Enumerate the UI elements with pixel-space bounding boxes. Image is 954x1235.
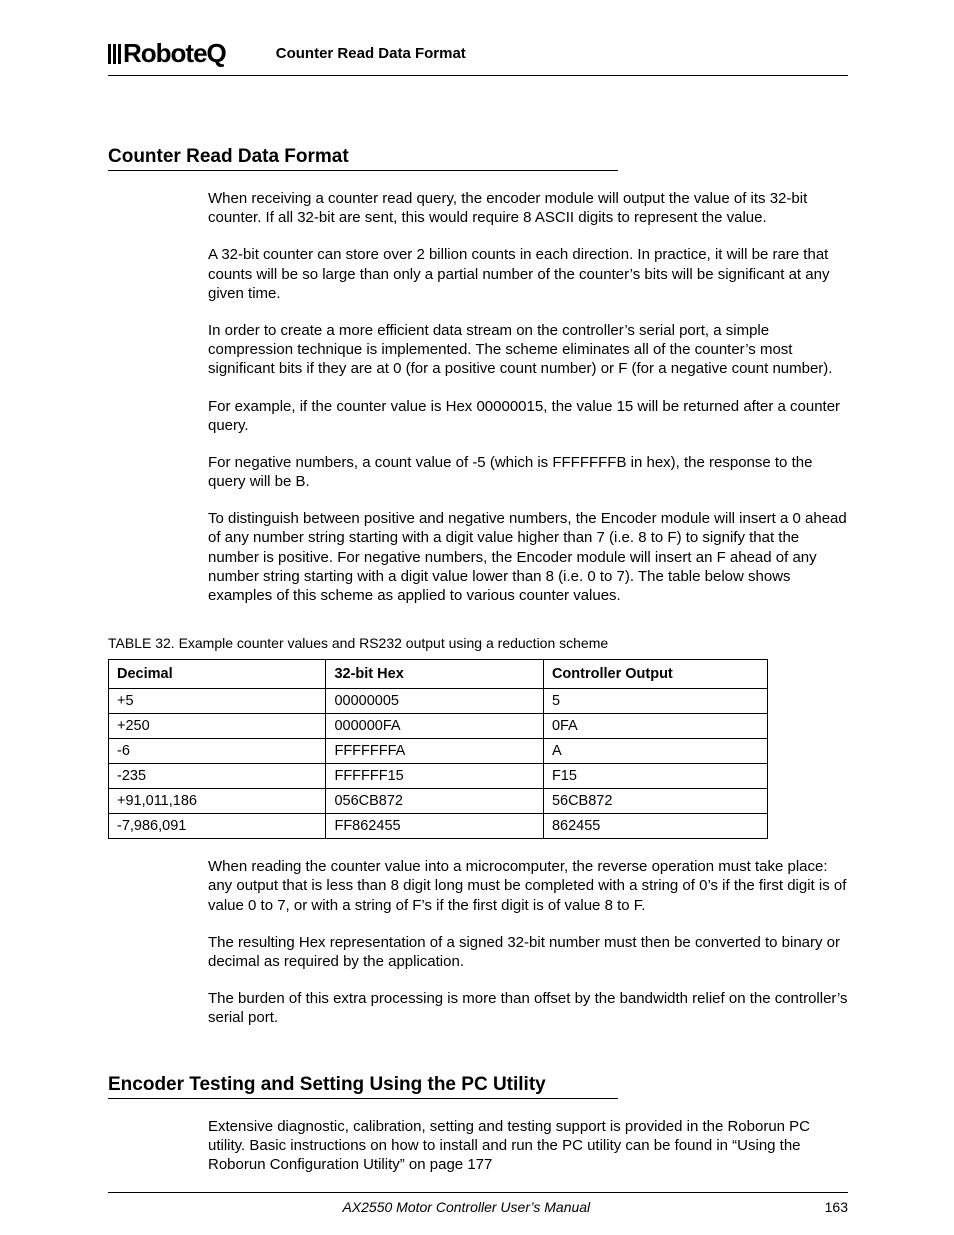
table-cell: +5 [109, 689, 326, 714]
logo: RoboteQ [108, 38, 226, 69]
paragraph: Extensive diagnostic, calibration, setti… [208, 1117, 848, 1175]
paragraph: A 32-bit counter can store over 2 billio… [208, 245, 848, 303]
section1-body: When receiving a counter read query, the… [208, 189, 848, 605]
section-title-encoder-testing: Encoder Testing and Setting Using the PC… [108, 1074, 618, 1099]
table-cell: A [543, 739, 767, 764]
paragraph: When reading the counter value into a mi… [208, 857, 848, 915]
section-title-counter-read: Counter Read Data Format [108, 146, 618, 171]
table-row: +250 000000FA 0FA [109, 714, 768, 739]
page-content: RoboteQ Counter Read Data Format Counter… [108, 38, 848, 1174]
table-cell: -235 [109, 764, 326, 789]
table-row: -7,986,091 FF862455 862455 [109, 814, 768, 839]
table-cell: F15 [543, 764, 767, 789]
example-counter-table: Decimal 32-bit Hex Controller Output +5 … [108, 659, 768, 839]
running-header-title: Counter Read Data Format [276, 45, 466, 62]
table-cell: FFFFFFFA [326, 739, 543, 764]
logo-text: RoboteQ [123, 38, 226, 69]
table-header-row: Decimal 32-bit Hex Controller Output [109, 660, 768, 689]
table-cell: 5 [543, 689, 767, 714]
section2-body: Extensive diagnostic, calibration, setti… [208, 1117, 848, 1175]
table-caption: TABLE 32. Example counter values and RS2… [108, 635, 848, 651]
table-cell: 56CB872 [543, 789, 767, 814]
paragraph: The resulting Hex representation of a si… [208, 933, 848, 971]
paragraph: In order to create a more efficient data… [208, 321, 848, 379]
table-row: -235 FFFFFF15 F15 [109, 764, 768, 789]
paragraph: For example, if the counter value is Hex… [208, 397, 848, 435]
table-header-hex: 32-bit Hex [326, 660, 543, 689]
table-row: +5 00000005 5 [109, 689, 768, 714]
table-cell: 056CB872 [326, 789, 543, 814]
table-cell: FFFFFF15 [326, 764, 543, 789]
table-cell: 862455 [543, 814, 767, 839]
paragraph: For negative numbers, a count value of -… [208, 453, 848, 491]
table-cell: 00000005 [326, 689, 543, 714]
table-cell: +91,011,186 [109, 789, 326, 814]
paragraph: To distinguish between positive and nega… [208, 509, 848, 605]
footer-page-number: 163 [825, 1199, 848, 1215]
after-table-body: When reading the counter value into a mi… [208, 857, 848, 1027]
page-header: RoboteQ Counter Read Data Format [108, 38, 848, 76]
table-header-decimal: Decimal [109, 660, 326, 689]
table-cell: FF862455 [326, 814, 543, 839]
page-footer: AX2550 Motor Controller User’s Manual 16… [108, 1192, 848, 1215]
table-header-output: Controller Output [543, 660, 767, 689]
logo-bars-icon [108, 44, 121, 64]
table-cell: 000000FA [326, 714, 543, 739]
paragraph: When receiving a counter read query, the… [208, 189, 848, 227]
table-caption-label: TABLE 32. [108, 635, 179, 651]
table-row: +91,011,186 056CB872 56CB872 [109, 789, 768, 814]
table-row: -6 FFFFFFFA A [109, 739, 768, 764]
table-cell: +250 [109, 714, 326, 739]
paragraph: The burden of this extra processing is m… [208, 989, 848, 1027]
table-cell: -6 [109, 739, 326, 764]
footer-doc-title: AX2550 Motor Controller User’s Manual [342, 1199, 590, 1215]
table-cell: -7,986,091 [109, 814, 326, 839]
table-cell: 0FA [543, 714, 767, 739]
table-caption-text: Example counter values and RS232 output … [179, 635, 609, 651]
